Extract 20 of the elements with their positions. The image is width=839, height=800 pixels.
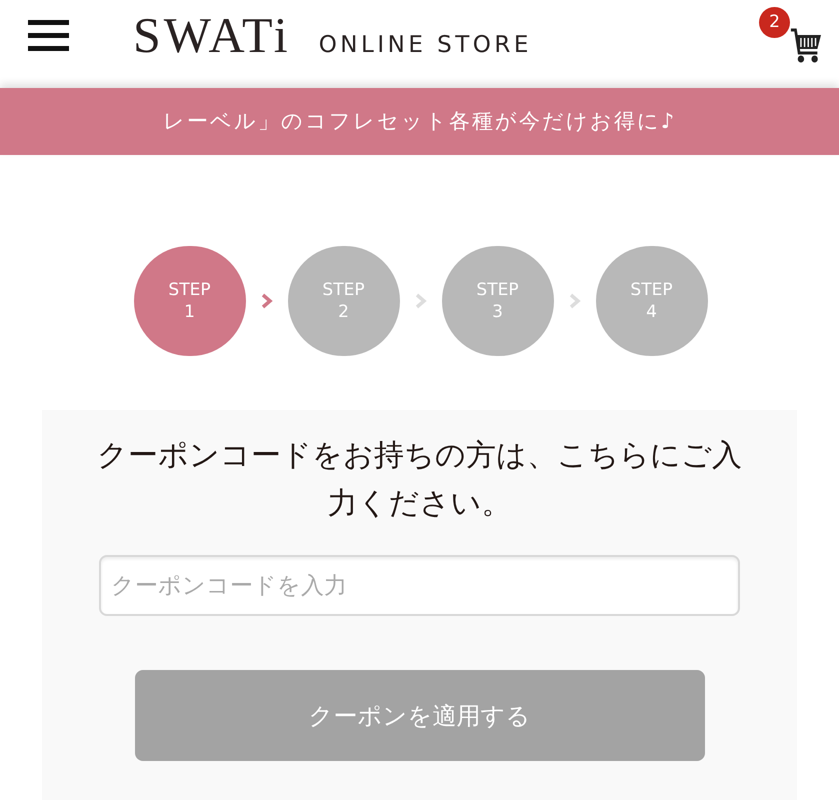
step-number: 1 xyxy=(184,301,195,323)
promo-text: レーベル」のコフレセット各種が今だけお得に♪ xyxy=(162,108,676,135)
step-number: 3 xyxy=(492,301,503,323)
step-number: 4 xyxy=(646,301,657,323)
promo-banner[interactable]: レーベル」のコフレセット各種が今だけお得に♪ xyxy=(0,88,839,155)
step-label: STEP xyxy=(630,279,673,301)
cart-count-badge: 2 xyxy=(759,7,790,38)
step-label: STEP xyxy=(322,279,365,301)
store-label: ONLINE STORE xyxy=(318,34,532,57)
coupon-heading: クーポンコードをお持ちの方は、こちらにご入力ください。 xyxy=(96,437,743,523)
cart-icon[interactable] xyxy=(790,27,821,63)
store-logo[interactable]: SWATi xyxy=(133,10,291,60)
step-label: STEP xyxy=(168,279,211,301)
menu-icon[interactable] xyxy=(28,20,69,50)
chevron-right-icon xyxy=(568,293,582,309)
step-number: 2 xyxy=(338,301,349,323)
coupon-code-input[interactable]: クーポンコードを入力 xyxy=(99,555,740,616)
step-label: STEP xyxy=(476,279,519,301)
chevron-right-icon xyxy=(414,293,428,309)
chevron-right-icon xyxy=(260,293,274,309)
